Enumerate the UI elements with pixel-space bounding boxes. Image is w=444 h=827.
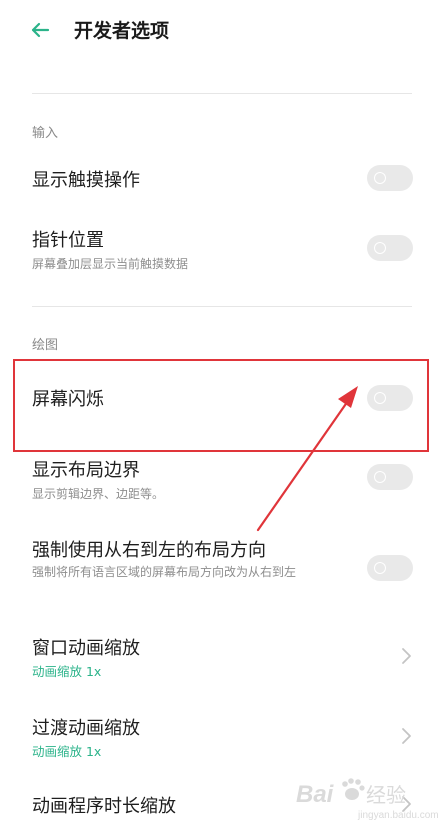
- row-subtitle: 显示剪辑边界、边距等。: [32, 487, 165, 501]
- watermark-domain: jingyan.baidu.com: [357, 810, 439, 821]
- row-pointer-location[interactable]: 指针位置 屏幕叠加层显示当前触摸数据: [0, 222, 444, 278]
- chevron-right-icon[interactable]: [398, 726, 414, 746]
- highlight-box: [13, 359, 429, 452]
- row-window-animation-scale[interactable]: 窗口动画缩放 动画缩放 1x: [0, 630, 444, 686]
- row-subtitle: 强制将所有语言区域的屏幕布局方向改为从右到左: [32, 565, 297, 579]
- pointer-location-toggle[interactable]: [367, 235, 413, 261]
- layout-bounds-toggle[interactable]: [367, 464, 413, 490]
- chevron-right-icon[interactable]: [398, 646, 414, 666]
- row-title: 显示触摸操作: [32, 170, 140, 191]
- watermark-text: Bai: [296, 781, 335, 808]
- toggle-knob: [374, 471, 386, 483]
- row-show-touches[interactable]: 显示触摸操作: [0, 160, 444, 200]
- force-rtl-toggle[interactable]: [367, 555, 413, 581]
- arrow-left-icon[interactable]: [28, 18, 52, 42]
- row-title: 过渡动画缩放: [32, 718, 140, 739]
- watermark-suffix: 经验: [366, 783, 406, 807]
- row-transition-animation-scale[interactable]: 过渡动画缩放 动画缩放 1x: [0, 710, 444, 766]
- row-title: 窗口动画缩放: [32, 638, 140, 659]
- toggle-knob: [374, 172, 386, 184]
- row-title: 显示布局边界: [32, 460, 140, 481]
- toggle-knob: [374, 242, 386, 254]
- toggle-knob: [374, 562, 386, 574]
- section-label-drawing: 绘图: [32, 338, 59, 353]
- page-title: 开发者选项: [74, 20, 170, 42]
- baidu-watermark: Bai 经验 jingyan.baidu.com: [296, 772, 440, 822]
- divider: [32, 93, 412, 94]
- app-header: 开发者选项: [0, 0, 444, 60]
- row-layout-bounds[interactable]: 显示布局边界 显示剪辑边界、边距等。: [0, 452, 444, 508]
- row-subtitle: 屏幕叠加层显示当前触摸数据: [32, 257, 189, 271]
- paw-icon: [342, 778, 365, 800]
- row-value: 动画缩放 1x: [32, 744, 102, 759]
- row-title: 动画程序时长缩放: [32, 796, 176, 817]
- row-title: 强制使用从右到左的布局方向: [32, 540, 266, 561]
- section-label-input: 输入: [32, 126, 59, 141]
- show-touches-toggle[interactable]: [367, 165, 413, 191]
- row-value: 动画缩放 1x: [32, 664, 102, 679]
- row-force-rtl[interactable]: 强制使用从右到左的布局方向 强制将所有语言区域的屏幕布局方向改为从右到左: [0, 532, 444, 606]
- row-title: 指针位置: [32, 230, 104, 251]
- divider: [32, 306, 412, 307]
